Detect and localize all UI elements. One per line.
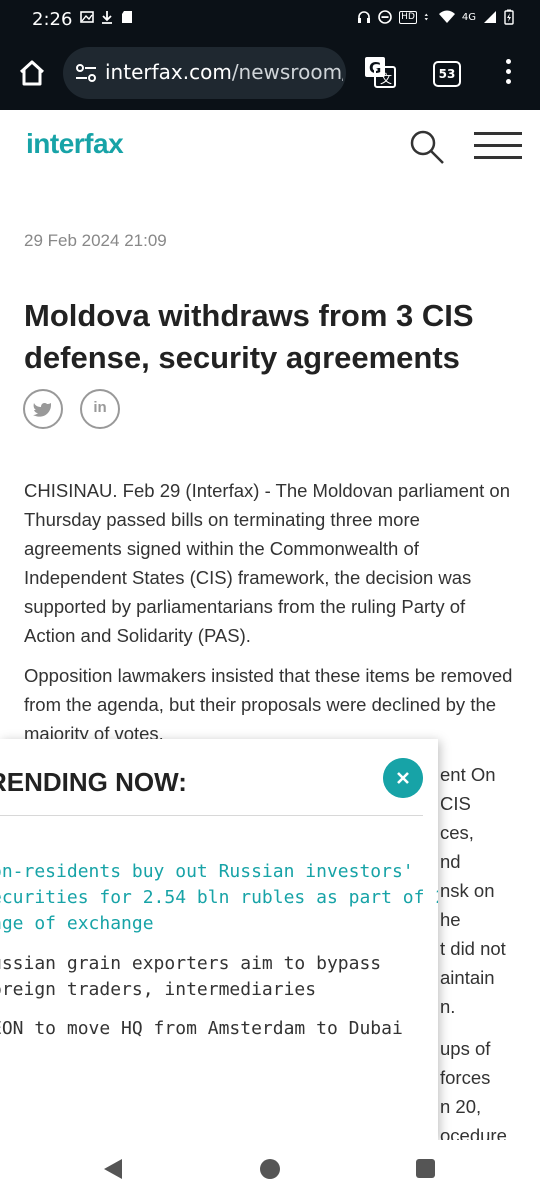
trending-item-line: age of exchange — [0, 913, 154, 934]
article-paragraph: Opposition lawmakers insisted that these… — [24, 665, 513, 744]
dnd-icon — [378, 10, 392, 24]
text-fragment: nsk on — [440, 880, 495, 901]
translate-icon[interactable]: G文 — [364, 56, 396, 88]
text-fragment: ocedure — [440, 1125, 507, 1140]
trending-item-line: oreign traders, intermediaries — [0, 979, 317, 1000]
overflow-menu-icon[interactable] — [500, 59, 516, 87]
signal-icon — [484, 11, 496, 23]
twitter-icon[interactable] — [23, 389, 63, 429]
hd-icon: HD — [399, 10, 417, 24]
text-fragment: ces, — [440, 822, 474, 843]
wifi-icon — [438, 10, 455, 23]
back-icon[interactable] — [104, 1159, 122, 1179]
text-fragment: ent On — [440, 764, 496, 785]
article-title: Moldova withdraws from 3 CIS defense, se… — [24, 298, 474, 375]
text-fragment: nd — [440, 851, 461, 872]
url-path: /newsroom/ — [231, 60, 343, 84]
status-bar: 2:26 HD 4G — [0, 0, 540, 37]
text-fragment: n. — [440, 996, 456, 1017]
home-circle-icon[interactable] — [260, 1159, 280, 1179]
article-paragraph: CHISINAU. Feb 29 (Interfax) - The Moldov… — [24, 480, 511, 646]
trending-item-line: EON to move HQ from Amsterdam to Dubai — [0, 1018, 403, 1039]
article-paragraph-partial: ups of forces n 20, ocedure — [440, 1034, 540, 1140]
site-settings-icon[interactable] — [75, 63, 97, 83]
trending-item[interactable]: ussian grain exporters aim to bypass ore… — [0, 951, 411, 1003]
network-label: 4G — [461, 11, 476, 23]
site-header: interfax — [0, 110, 540, 188]
download-icon — [102, 11, 112, 24]
text-fragment: forces — [440, 1067, 491, 1088]
trending-item-line: on-residents buy out Russian investors' — [0, 861, 414, 882]
linkedin-icon[interactable]: in — [80, 389, 120, 429]
text-fragment: ups of — [440, 1038, 491, 1059]
text-fragment: CIS — [440, 793, 471, 814]
sd-card-icon — [122, 11, 132, 23]
article-paragraph-partial: ent On CIS ces, nd nsk on he t did not a… — [440, 760, 540, 1021]
trending-panel: RENDING NOW: on-residents buy out Russia… — [0, 739, 438, 1140]
battery-icon — [504, 9, 514, 25]
tabs-icon[interactable]: 53 — [433, 61, 461, 87]
trending-item-line: ussian grain exporters aim to bypass — [0, 953, 382, 974]
text-fragment: t did not — [440, 938, 506, 959]
search-icon[interactable] — [408, 128, 446, 166]
text-fragment: he — [440, 909, 461, 930]
address-bar[interactable]: interfax.com/newsroom/ — [63, 47, 346, 99]
divider — [0, 815, 423, 816]
url-text[interactable]: interfax.com/newsroom/ — [105, 60, 343, 84]
home-icon[interactable] — [14, 55, 50, 91]
hamburger-menu-icon[interactable] — [474, 132, 522, 160]
text-fragment: n 20, — [440, 1096, 482, 1117]
system-nav-bar — [0, 1140, 540, 1200]
article-date: 29 Feb 2024 21:09 — [24, 231, 167, 250]
status-time: 2:26 — [32, 9, 73, 30]
trending-item-line: ecurities for 2.54 bln rubles as part of… — [0, 887, 438, 908]
recents-icon[interactable] — [416, 1159, 435, 1178]
linkedin-label: in — [93, 399, 107, 416]
browser-toolbar: interfax.com/newsroom/ G文 53 — [0, 37, 540, 110]
data-transfer-icon — [424, 13, 428, 21]
svg-text:文: 文 — [380, 71, 392, 86]
gallery-icon — [80, 11, 94, 23]
trending-item[interactable]: on-residents buy out Russian investors' … — [0, 859, 438, 937]
close-icon[interactable] — [383, 758, 423, 798]
interfax-logo[interactable]: interfax — [26, 128, 124, 160]
trending-title: RENDING NOW: — [0, 767, 187, 797]
trending-item[interactable]: EON to move HQ from Amsterdam to Dubai — [0, 1016, 411, 1042]
url-host: interfax.com — [105, 60, 232, 84]
text-fragment: aintain — [440, 967, 495, 988]
headphones-icon — [358, 11, 371, 23]
